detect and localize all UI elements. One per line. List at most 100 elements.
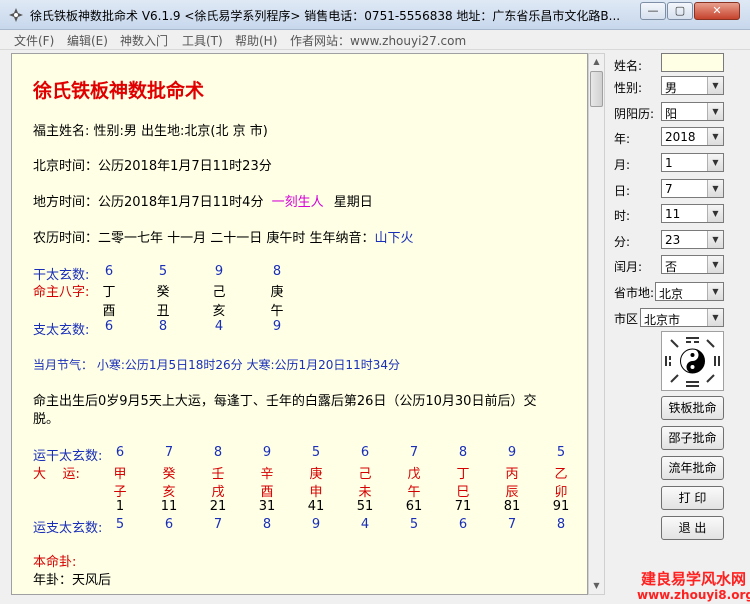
dayun-start-age: 1 <box>115 499 125 514</box>
chevron-down-icon[interactable]: ▼ <box>707 154 723 171</box>
dayun-start-age: 61 <box>405 499 423 514</box>
lunar-time-line: 农历时间：二零一七年 十一月 二十一日 庚午时 生年纳音：山下火 <box>33 227 414 246</box>
scroll-up-icon[interactable]: ▲ <box>589 54 604 70</box>
menu-tools[interactable]: 工具(T) <box>182 32 223 49</box>
district-value: 北京市 <box>644 313 681 327</box>
person-line: 福主姓名: 性别:男 出生地:北京(北 京 市) <box>33 124 268 139</box>
zhi-num: 6 <box>104 319 114 334</box>
hour-value: 11 <box>665 207 681 221</box>
dayun-zhi-char: 巳 <box>456 485 470 500</box>
province-label: 省市地: <box>614 286 655 300</box>
nayin-value: 山下火 <box>374 231 414 246</box>
local-time-weekday: 星期日 <box>333 195 373 210</box>
menu-edit[interactable]: 编辑(E) <box>67 32 108 49</box>
dayun-zhi-char: 酉 <box>260 485 274 500</box>
dizhi-char: 丑 <box>156 304 170 319</box>
chevron-down-icon[interactable]: ▼ <box>707 256 723 273</box>
yun-zhi-num: 6 <box>164 517 174 532</box>
leap-month-value: 否 <box>665 260 678 274</box>
gender-select[interactable]: 男 ▼ <box>661 76 724 95</box>
name-input[interactable] <box>661 53 724 72</box>
dayun-gan-char: 壬 <box>211 467 225 482</box>
tiangan-char: 庚 <box>270 285 284 300</box>
yun-gan-num: 9 <box>262 445 272 460</box>
yun-gan-num: 8 <box>213 445 223 460</box>
bengua-value: 年卦：天风后 <box>33 573 112 588</box>
minute-select[interactable]: 23 ▼ <box>661 230 724 249</box>
exit-button[interactable]: 退 出 <box>661 516 724 540</box>
scroll-down-icon[interactable]: ▼ <box>589 578 604 594</box>
yun-zhi-num: 4 <box>360 517 370 532</box>
local-time-ke: 一刻生人 <box>271 195 324 210</box>
hour-select[interactable]: 11 ▼ <box>661 204 724 223</box>
day-select[interactable]: 7 ▼ <box>661 179 724 198</box>
menu-help[interactable]: 帮助(H) <box>235 32 277 49</box>
watermark-title: 建良易学风水网 <box>640 570 746 588</box>
yun-gan-num: 5 <box>556 445 566 460</box>
chevron-down-icon[interactable]: ▼ <box>707 103 723 120</box>
dayun-gan-char: 丁 <box>456 467 470 482</box>
minute-label: 分: <box>614 235 631 249</box>
dayun-start-age: 31 <box>258 499 276 514</box>
leap-month-select[interactable]: 否 ▼ <box>661 255 724 274</box>
yun-zhi-num: 5 <box>409 517 419 532</box>
district-select[interactable]: 北京市 ▼ <box>640 308 724 327</box>
chevron-down-icon[interactable]: ▼ <box>707 205 723 222</box>
liunian-reading-button[interactable]: 流年批命 <box>661 456 724 480</box>
yun-zhi-num: 7 <box>507 517 517 532</box>
maximize-button[interactable]: ▢ <box>667 2 693 20</box>
dayun-zhi-char: 卯 <box>554 485 568 500</box>
year-value: 2018 <box>665 130 696 144</box>
yun-zhi-label: 运支太玄数: <box>33 521 103 536</box>
result-text-area[interactable]: 徐氏铁板神数批命术 福主姓名: 性别:男 出生地:北京(北 京 市) 北京时间：… <box>11 53 588 595</box>
zhi-num: 4 <box>214 319 224 334</box>
scroll-thumb[interactable] <box>590 71 603 107</box>
yun-zhi-num: 7 <box>213 517 223 532</box>
chevron-down-icon[interactable]: ▼ <box>707 180 723 197</box>
print-button[interactable]: 打 印 <box>661 486 724 510</box>
zhi-num: 8 <box>158 319 168 334</box>
province-value: 北京 <box>659 287 684 301</box>
yun-gan-num: 6 <box>360 445 370 460</box>
province-select[interactable]: 北京 ▼ <box>655 282 724 301</box>
dayun-gan-char: 庚 <box>309 467 323 482</box>
chevron-down-icon[interactable]: ▼ <box>707 231 723 248</box>
yun-zhi-num: 8 <box>556 517 566 532</box>
chevron-down-icon[interactable]: ▼ <box>707 309 723 326</box>
yun-gan-label: 运干太玄数: <box>33 449 103 464</box>
beijing-time-line: 北京时间：公历2018年1月7日11时23分 <box>33 159 272 174</box>
local-time-prefix: 地方时间：公历2018年1月7日11时4分 <box>33 195 264 210</box>
dizhi-char: 午 <box>270 304 284 319</box>
yun-gan-num: 5 <box>311 445 321 460</box>
minimize-button[interactable]: — <box>640 2 666 20</box>
chevron-down-icon[interactable]: ▼ <box>707 283 723 300</box>
chevron-down-icon[interactable]: ▼ <box>707 77 723 94</box>
title-bar: 徐氏铁板神数批命术 V6.1.9 <徐氏易学系列程序> 销售电话：0751-55… <box>0 0 750 30</box>
yin-yang-icon <box>665 337 720 387</box>
hour-label: 时: <box>614 209 631 223</box>
yun-gan-num: 7 <box>409 445 419 460</box>
close-button[interactable]: ✕ <box>694 2 740 20</box>
dayun-start-age: 81 <box>503 499 521 514</box>
vertical-scrollbar[interactable]: ▲ ▼ <box>588 53 605 595</box>
year-select[interactable]: 2018 ▼ <box>661 127 724 146</box>
jieqi-line: 当月节气： 小寒:公历1月5日18时26分 大寒:公历1月20日11时34分 <box>33 358 400 372</box>
tieban-reading-button[interactable]: 铁板批命 <box>661 396 724 420</box>
dayun-start-age: 51 <box>356 499 374 514</box>
gender-value: 男 <box>665 81 678 95</box>
bengua-label: 本命卦: <box>33 555 77 570</box>
yun-zhi-num: 8 <box>262 517 272 532</box>
dayun-zhi-char: 子 <box>113 485 127 500</box>
menu-file[interactable]: 文件(F) <box>14 32 54 49</box>
month-select[interactable]: 1 ▼ <box>661 153 724 172</box>
menu-intro[interactable]: 神数入门 <box>120 32 168 49</box>
year-label: 年: <box>614 132 631 146</box>
calendar-type-select[interactable]: 阳 ▼ <box>661 102 724 121</box>
tiangan-char: 丁 <box>102 285 116 300</box>
chevron-down-icon[interactable]: ▼ <box>707 128 723 145</box>
menu-author-site[interactable]: 作者网站：www.zhouyi27.com <box>290 32 466 49</box>
app-icon <box>9 8 23 22</box>
zhi-num: 9 <box>272 319 282 334</box>
shaozi-reading-button[interactable]: 邵子批命 <box>661 426 724 450</box>
bazi-label: 命主八字: <box>33 285 90 300</box>
